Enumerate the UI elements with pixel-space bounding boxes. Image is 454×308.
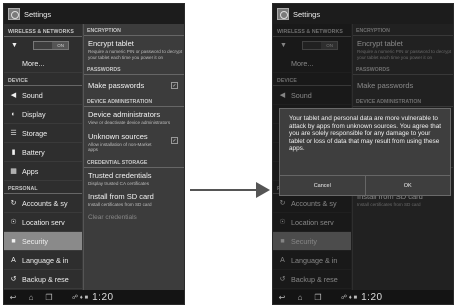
sidebar-item-label: Apps bbox=[22, 166, 39, 176]
settings-app-icon bbox=[277, 8, 289, 20]
sidebar-item-label: Accounts & sy bbox=[22, 198, 68, 208]
sidebar-item-security[interactable]: ■ Security bbox=[4, 232, 82, 251]
recent-apps-icon[interactable]: ❐ bbox=[309, 293, 327, 302]
sidebar-item-location[interactable]: ☉ Location serv bbox=[4, 213, 82, 232]
transition-arrow bbox=[190, 182, 270, 198]
back-icon[interactable]: ↩ bbox=[273, 293, 291, 302]
setting-title: Clear credentials bbox=[88, 213, 137, 221]
setting-install-sd-card[interactable]: Install from SD card Install certificate… bbox=[84, 189, 184, 211]
wifi-toggle[interactable]: ON bbox=[33, 41, 69, 50]
section-header-passwords: PASSWORDS bbox=[84, 63, 184, 75]
sidebar-item-storage[interactable]: ☰ Storage bbox=[4, 124, 82, 143]
page-title: Settings bbox=[293, 9, 321, 19]
status-icons: ☍ ♦ ■ bbox=[341, 294, 358, 301]
sidebar-item-more[interactable]: More... bbox=[4, 54, 82, 73]
home-icon[interactable]: ⌂ bbox=[22, 293, 40, 302]
home-icon[interactable]: ⌂ bbox=[291, 293, 309, 302]
setting-title: Device administrators bbox=[88, 110, 161, 119]
setting-device-administrators[interactable]: Device administrators View or deactivate… bbox=[84, 107, 184, 129]
dialog-button-bar: Cancel OK bbox=[280, 175, 450, 195]
sidebar-item-battery[interactable]: ▮ Battery bbox=[4, 143, 82, 162]
setting-summary: Display trusted CA certificates bbox=[88, 180, 150, 186]
security-settings-pane: ENCRYPTION Encrypt tablet Require a nume… bbox=[83, 24, 184, 292]
battery-icon: ▮ bbox=[11, 149, 16, 156]
setting-title: Trusted credentials bbox=[88, 170, 152, 180]
setting-summary: Install certificates from SD card bbox=[88, 202, 152, 207]
wifi-icon: ▼ bbox=[11, 42, 18, 49]
setting-summary: Allow installation of non-Market apps bbox=[88, 141, 152, 153]
setting-title: Install from SD card bbox=[88, 192, 154, 201]
storage-icon: ☰ bbox=[10, 130, 17, 137]
wifi-row[interactable]: ▼ ON bbox=[4, 37, 82, 54]
sidebar-item-label: Storage bbox=[22, 128, 48, 138]
setting-make-passwords[interactable]: Make passwords ✓ bbox=[84, 75, 184, 95]
language-icon: A bbox=[11, 256, 16, 264]
sidebar-item-display[interactable]: ◐ Display bbox=[4, 105, 82, 124]
sidebar-item-label: Display bbox=[22, 109, 46, 119]
unknown-sources-warning-dialog: Your tablet and personal data are more v… bbox=[279, 108, 451, 196]
settings-app-icon bbox=[8, 8, 20, 20]
sidebar-item-label: Battery bbox=[22, 147, 45, 157]
setting-clear-credentials[interactable]: Clear credentials bbox=[84, 211, 184, 224]
section-header-wireless: WIRELESS & NETWORKS bbox=[4, 24, 82, 37]
setting-summary: View or deactivate device administrators bbox=[88, 120, 171, 125]
section-header-device: DEVICE bbox=[4, 73, 82, 86]
clock: 1:20 bbox=[92, 291, 114, 303]
back-icon[interactable]: ↩ bbox=[4, 293, 22, 302]
location-icon: ☉ bbox=[10, 219, 17, 226]
backup-icon: ↺ bbox=[10, 276, 17, 283]
navigation-bar: ↩ ⌂ ❐ ☍ ♦ ■ 1:20 bbox=[4, 290, 184, 304]
sync-icon: ↻ bbox=[10, 200, 17, 207]
apps-icon: ▦ bbox=[10, 168, 17, 175]
setting-summary: Require a numeric PIN or password to dec… bbox=[88, 49, 183, 60]
ok-button[interactable]: OK bbox=[364, 176, 451, 195]
brightness-icon: ◐ bbox=[11, 110, 16, 118]
sidebar-item-apps[interactable]: ▦ Apps bbox=[4, 162, 82, 181]
setting-trusted-credentials[interactable]: Trusted credentials Display trusted CA c… bbox=[84, 168, 184, 190]
section-header-encryption: ENCRYPTION bbox=[84, 24, 184, 36]
sidebar-item-label: Location serv bbox=[22, 217, 65, 227]
setting-encrypt-tablet[interactable]: Encrypt tablet Require a numeric PIN or … bbox=[84, 36, 184, 63]
section-header-personal: PERSONAL bbox=[4, 181, 82, 194]
section-header-device-admin: DEVICE ADMINISTRATION bbox=[84, 95, 184, 107]
sidebar-item-label: Backup & rese bbox=[22, 274, 69, 284]
setting-unknown-sources[interactable]: Unknown sources Allow installation of no… bbox=[84, 129, 184, 156]
setting-title: Encrypt tablet bbox=[88, 39, 134, 48]
title-bar: Settings bbox=[273, 4, 453, 24]
title-bar: Settings bbox=[4, 4, 184, 24]
sidebar-item-label: Sound bbox=[22, 90, 43, 100]
recent-apps-icon[interactable]: ❐ bbox=[40, 293, 58, 302]
lock-icon: ■ bbox=[11, 237, 16, 245]
sidebar-item-language[interactable]: A Language & in bbox=[4, 251, 82, 270]
sidebar-item-label: Security bbox=[22, 236, 48, 246]
sidebar-item-backup[interactable]: ↺ Backup & rese bbox=[4, 270, 82, 289]
clock: 1:20 bbox=[361, 291, 383, 303]
settings-screen-after: Settings WIRELESS & NETWORKS ▼ ON More..… bbox=[272, 3, 454, 305]
sidebar-item-label: More... bbox=[22, 58, 45, 68]
speaker-icon: ◀ bbox=[10, 92, 17, 99]
page-title: Settings bbox=[24, 9, 52, 19]
setting-title: Unknown sources bbox=[88, 131, 148, 141]
sidebar-item-sound[interactable]: ◀ Sound bbox=[4, 86, 82, 105]
sidebar-item-accounts[interactable]: ↻ Accounts & sy bbox=[4, 194, 82, 213]
make-passwords-checkbox[interactable]: ✓ bbox=[171, 82, 178, 89]
settings-screen-before: Settings WIRELESS & NETWORKS ▼ ON More..… bbox=[3, 3, 185, 305]
cancel-button[interactable]: Cancel bbox=[280, 176, 365, 195]
settings-categories-pane: WIRELESS & NETWORKS ▼ ON More... DEVICE … bbox=[4, 24, 82, 292]
navigation-bar: ↩ ⌂ ❐ ☍ ♦ ■ 1:20 bbox=[273, 290, 453, 304]
unknown-sources-checkbox[interactable]: ✓ bbox=[171, 136, 178, 144]
section-header-credential: CREDENTIAL STORAGE bbox=[84, 156, 184, 168]
setting-title: Make passwords bbox=[88, 81, 145, 90]
status-icons: ☍ ♦ ■ bbox=[72, 294, 89, 301]
dialog-message: Your tablet and personal data are more v… bbox=[289, 115, 442, 153]
sidebar-item-label: Language & in bbox=[22, 255, 69, 265]
